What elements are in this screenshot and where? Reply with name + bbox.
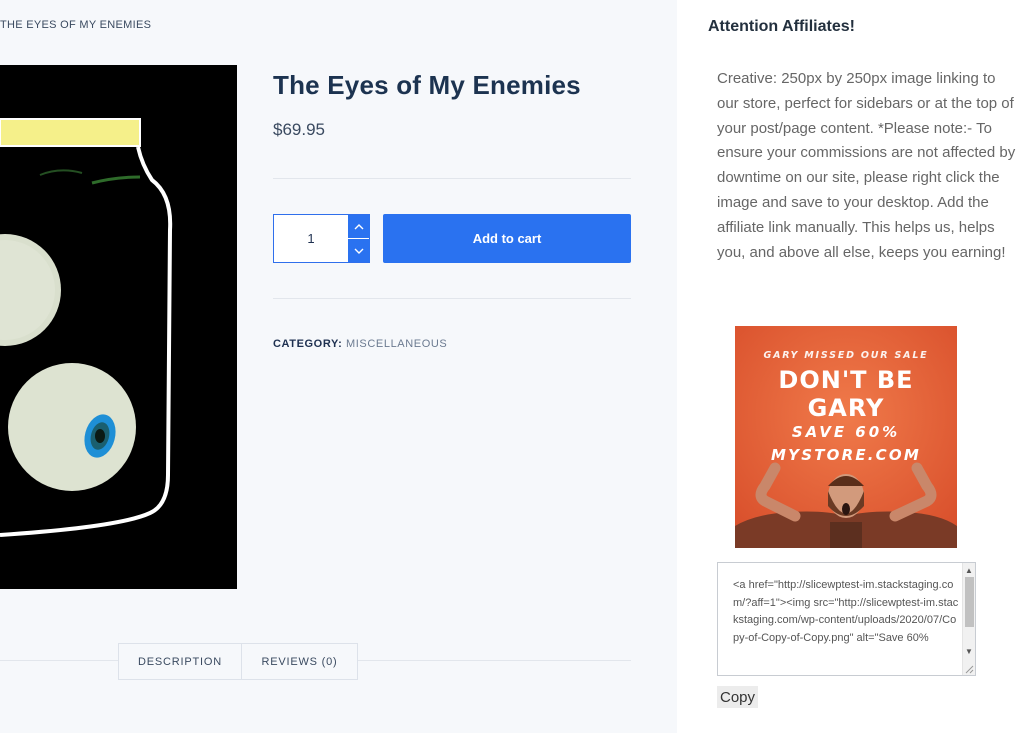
banner-save: SAVE 60% xyxy=(791,423,901,441)
chevron-up-icon[interactable] xyxy=(348,215,370,238)
banner-store: MYSTORE.COM xyxy=(771,446,921,464)
product-category: CATEGORY: MISCELLANEOUS xyxy=(273,338,447,350)
scroll-down-icon[interactable]: ▼ xyxy=(963,647,975,656)
copy-button[interactable]: Copy xyxy=(717,686,759,708)
scroll-up-icon[interactable]: ▲ xyxy=(963,566,975,575)
scrollbar[interactable]: ▲ ▼ xyxy=(962,563,975,675)
category-link[interactable]: MISCELLANEOUS xyxy=(346,338,447,350)
resize-grip-icon[interactable] xyxy=(964,664,974,674)
quantity-stepper[interactable] xyxy=(273,214,370,263)
jar-illustration xyxy=(0,65,237,589)
divider xyxy=(273,298,631,299)
affiliate-sidebar: Attention Affiliates! Creative: 250px by… xyxy=(677,0,1024,733)
sidebar-title: Attention Affiliates! xyxy=(708,18,855,35)
breadcrumb[interactable]: THE EYES OF MY ENEMIES xyxy=(0,19,151,31)
product-image[interactable] xyxy=(0,65,237,589)
banner-eyebrow: GARY MISSED OUR SALE xyxy=(763,350,929,361)
scrollbar-thumb[interactable] xyxy=(965,577,974,627)
affiliate-code[interactable]: <a href="http://slicewptest-im.stackstag… xyxy=(733,577,961,647)
add-to-cart-button[interactable]: Add to cart xyxy=(383,214,631,263)
tab-description[interactable]: DESCRIPTION xyxy=(118,643,242,680)
divider xyxy=(273,178,631,179)
product-price: $69.95 xyxy=(273,120,325,139)
category-label: CATEGORY: xyxy=(273,338,343,350)
quantity-input[interactable] xyxy=(274,215,348,262)
chevron-down-icon[interactable] xyxy=(348,239,370,262)
banner-headline: DON'T BE xyxy=(778,366,914,394)
product-title: The Eyes of My Enemies xyxy=(273,70,581,100)
affiliate-code-textarea[interactable]: <a href="http://slicewptest-im.stackstag… xyxy=(717,562,976,676)
banner-headline: GARY xyxy=(807,394,885,422)
affiliate-banner-image[interactable]: GARY MISSED OUR SALE DON'T BE GARY SAVE … xyxy=(735,326,957,548)
sidebar-description: Creative: 250px by 250px image linking t… xyxy=(717,70,1016,261)
tab-reviews[interactable]: REVIEWS (0) xyxy=(241,643,358,680)
